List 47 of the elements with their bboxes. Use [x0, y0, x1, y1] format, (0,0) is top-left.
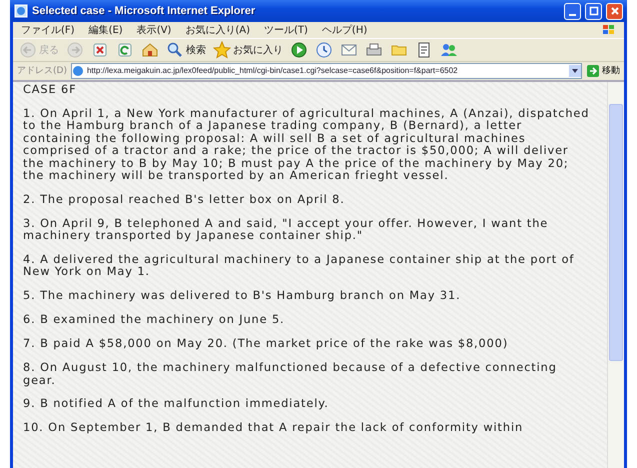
case-paragraph: 7. B paid A $58,000 on May 20. (The market price of the rake was $8,000) [23, 338, 510, 351]
circle-arrow-left-icon [19, 41, 37, 59]
maximize-button[interactable] [585, 2, 602, 20]
address-field[interactable]: http://lexa.meigakuin.ac.jp/lex0feed/public_html/cgi-bin/case1.cgi?selcase=case6f&position=f&part=6502 [70, 62, 582, 78]
stop-button[interactable] [91, 41, 109, 59]
menu-item[interactable]: ファイル(F) [21, 23, 75, 37]
case-paragraph: 1. On April 1, a New York manufacturer of agricultural machines, A (Anzai), dispatched to the Hamburg branch of a Japanese trading company, B (Bernard), a letter containing the following proposal: A will sell B a set of agricultural machines comprised of a tractor and a rake; the price of the tractor is $50,000; A will deliver the machinery to B by May 10; B must pay A the price of the machinery by May 20; the machinery will be transported by an American frieght vessel. [23, 108, 590, 182]
search-button[interactable]: 検索 [166, 41, 206, 59]
search-icon [166, 41, 184, 59]
windows-logo-icon [602, 24, 616, 36]
menu-item[interactable]: お気に入り(A) [185, 23, 250, 37]
messenger-button[interactable] [440, 41, 458, 59]
close-button[interactable] [606, 2, 623, 20]
minimize-button[interactable] [564, 2, 581, 20]
menu-item[interactable]: 編集(E) [88, 23, 123, 37]
case-paragraph: 5. The machinery was delivered to B's Hamburg branch on May 31. [23, 290, 462, 303]
minimize-icon [569, 14, 576, 16]
arrow-right-icon [586, 64, 600, 78]
case-paragraph: 4. A delivered the agricultural machinery to a Japanese container ship at the port of New York on May 1. [23, 254, 576, 279]
case-paragraph: 3. On April 9, B telephoned A and said, "I accept your offer. However, I want the machinery transported by Japanese container ship." [23, 218, 550, 243]
refresh-button[interactable] [116, 41, 134, 59]
circle-arrow-right-icon [66, 41, 84, 59]
history-button[interactable] [315, 41, 333, 59]
address-label: アドレス(D) [17, 65, 67, 77]
window-title: Selected case - Microsoft Internet Explorer [32, 5, 256, 17]
dropdown-arrow-icon[interactable] [571, 68, 579, 74]
case-paragraph: 8. On August 10, the machinery malfunctioned because of a defective connecting gear. [23, 362, 558, 387]
favorites-button[interactable]: お気に入り [213, 41, 283, 59]
browser-icon [14, 4, 28, 18]
case-paragraph: 9. B notified A of the malfunction immediately. [23, 398, 330, 411]
case-paragraph: 10. On September 1, B demanded that A repair the lack of conformity within [23, 422, 524, 435]
case-heading: CASE 6F [23, 84, 78, 96]
home-button[interactable] [141, 41, 159, 59]
menu-item[interactable]: ヘルプ(H) [322, 23, 368, 37]
media-button[interactable] [290, 41, 308, 59]
people-icon [440, 41, 458, 59]
scrollbar[interactable] [607, 82, 624, 468]
case-paragraph: 2. The proposal reached B's letter box on April 8. [23, 194, 346, 206]
star-icon [213, 41, 231, 59]
maximize-icon [588, 6, 598, 16]
menu-item[interactable]: 表示(V) [136, 23, 172, 37]
menu-item[interactable]: ツール(T) [264, 23, 308, 37]
history-icon [315, 41, 333, 59]
close-icon [610, 6, 620, 16]
case-paragraph: 6. B examined the machinery on June 5. [23, 314, 286, 327]
home-icon [141, 41, 159, 59]
go-button[interactable]: 移動 [586, 64, 620, 78]
